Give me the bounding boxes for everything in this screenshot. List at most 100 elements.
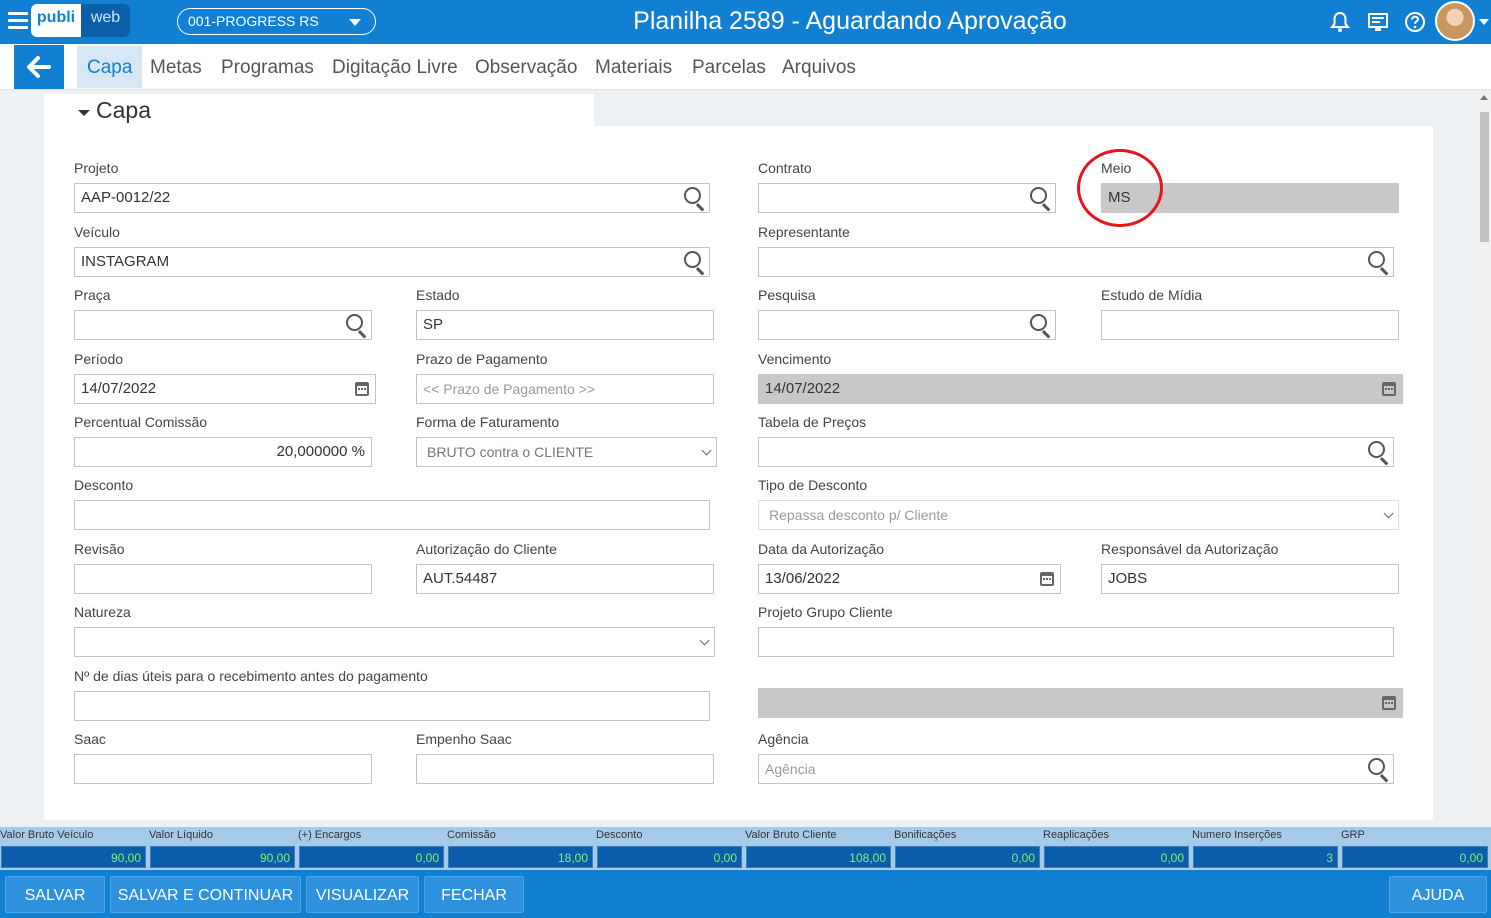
- prazo-pagamento-field[interactable]: << Prazo de Pagamento >>: [416, 374, 714, 404]
- unit-select[interactable]: 001-PROGRESS RS: [177, 8, 376, 35]
- representante-label: Representante: [758, 224, 850, 240]
- search-icon[interactable]: [1368, 758, 1390, 783]
- pesquisa-field[interactable]: [758, 310, 1056, 340]
- autorizacao-cliente-label: Autorização do Cliente: [416, 541, 557, 557]
- tipo-desconto-select: Repassa desconto p/ Cliente: [758, 500, 1399, 530]
- logo-part-publi: publi: [31, 4, 81, 37]
- search-icon[interactable]: [1030, 314, 1052, 339]
- scroll-up-icon[interactable]: [1480, 95, 1488, 100]
- saac-field[interactable]: [74, 754, 372, 784]
- search-icon[interactable]: [1368, 251, 1390, 276]
- data-autorizacao-label: Data da Autorização: [758, 541, 885, 557]
- search-icon[interactable]: [346, 314, 368, 339]
- total-comissao: Comissão 18,00: [447, 827, 596, 870]
- back-button[interactable]: [14, 45, 64, 89]
- salvar-continuar-button[interactable]: SALVAR E CONTINUAR: [110, 876, 301, 913]
- revisao-label: Revisão: [74, 541, 125, 557]
- forma-faturamento-select[interactable]: BRUTO contra o CLIENTE: [416, 437, 717, 467]
- calendar-icon[interactable]: [1040, 572, 1054, 586]
- tab-arquivos[interactable]: Arquivos: [782, 46, 856, 88]
- natureza-select[interactable]: [74, 627, 715, 657]
- total-label: Valor Bruto Veículo: [0, 829, 94, 841]
- total-valor-bruto-cliente: Valor Bruto Cliente 108,00: [745, 827, 894, 870]
- projeto-grupo-cliente-field[interactable]: [758, 627, 1394, 657]
- responsavel-autorizacao-field[interactable]: JOBS: [1101, 564, 1399, 594]
- tab-observacao[interactable]: Observação: [475, 46, 577, 88]
- projeto-field[interactable]: AAP-0012/22: [74, 183, 710, 213]
- section-header[interactable]: Capa: [44, 94, 594, 128]
- total-valor-bruto-veiculo: Valor Bruto Veículo 90,00: [0, 827, 149, 870]
- tabela-precos-field[interactable]: [758, 437, 1394, 467]
- app-logo[interactable]: publi web: [31, 4, 130, 37]
- natureza-label: Natureza: [74, 604, 131, 620]
- search-icon[interactable]: [684, 187, 706, 212]
- tab-digitacao-livre[interactable]: Digitação Livre: [332, 46, 458, 88]
- tipo-desconto-value: Repassa desconto p/ Cliente: [769, 507, 948, 523]
- help-icon[interactable]: [1404, 11, 1426, 33]
- total-reaplicacoes: Reaplicações 0,00: [1043, 827, 1192, 870]
- contrato-field[interactable]: [758, 183, 1056, 213]
- desconto-field[interactable]: [74, 500, 710, 530]
- data-autorizacao-field[interactable]: 13/06/2022: [758, 564, 1061, 594]
- periodo-field[interactable]: 14/07/2022: [74, 374, 376, 404]
- total-label: Numero Inserções: [1192, 829, 1282, 841]
- percentual-comissao-value: 20,000000 %: [276, 443, 365, 460]
- total-desconto: Desconto 0,00: [596, 827, 745, 870]
- monitor-icon[interactable]: [1367, 11, 1389, 33]
- calendar-icon[interactable]: [355, 382, 369, 396]
- vertical-scrollbar[interactable]: [1477, 90, 1491, 820]
- total-value: 0,00: [895, 846, 1040, 868]
- total-value: 3: [1193, 846, 1338, 868]
- bell-icon[interactable]: [1329, 11, 1351, 33]
- menu-icon[interactable]: [8, 12, 28, 30]
- praca-field[interactable]: [74, 310, 372, 340]
- agencia-placeholder: Agência: [765, 761, 816, 777]
- responsavel-autorizacao-label: Responsável da Autorização: [1101, 541, 1279, 557]
- forma-faturamento-value: BRUTO contra o CLIENTE: [427, 444, 594, 460]
- representante-field[interactable]: [758, 247, 1394, 277]
- search-icon[interactable]: [1030, 187, 1052, 212]
- fechar-button[interactable]: FECHAR: [424, 876, 524, 913]
- salvar-button[interactable]: SALVAR: [5, 876, 105, 913]
- tab-capa[interactable]: Capa: [77, 46, 143, 88]
- tab-materiais[interactable]: Materiais: [595, 46, 672, 88]
- unit-select-value: 001-PROGRESS RS: [188, 13, 319, 29]
- estado-field[interactable]: SP: [416, 310, 714, 340]
- prazo-pagamento-label: Prazo de Pagamento: [416, 351, 548, 367]
- total-value: 0,00: [597, 846, 742, 868]
- percentual-comissao-field[interactable]: 20,000000 %: [74, 437, 372, 467]
- highlight-circle: [1077, 149, 1163, 227]
- action-bar: SALVAR SALVAR E CONTINUAR VISUALIZAR FEC…: [0, 870, 1491, 918]
- tab-parcelas[interactable]: Parcelas: [692, 46, 766, 88]
- user-avatar[interactable]: [1435, 1, 1475, 41]
- total-label: Valor Bruto Cliente: [745, 829, 837, 841]
- tabela-precos-label: Tabela de Preços: [758, 414, 867, 430]
- vencimento-field: 14/07/2022: [758, 374, 1403, 404]
- empenho-saac-field[interactable]: [416, 754, 714, 784]
- autorizacao-cliente-field[interactable]: AUT.54487: [416, 564, 714, 594]
- scrollbar-thumb[interactable]: [1480, 112, 1489, 242]
- chevron-down-icon[interactable]: [1479, 19, 1489, 25]
- search-icon[interactable]: [1368, 441, 1390, 466]
- visualizar-button[interactable]: VISUALIZAR: [306, 876, 419, 913]
- total-label: Reaplicações: [1043, 829, 1110, 841]
- estudo-midia-label: Estudo de Mídia: [1101, 287, 1203, 303]
- revisao-field[interactable]: [74, 564, 372, 594]
- total-value: 18,00: [448, 846, 593, 868]
- total-value: 90,00: [150, 846, 295, 868]
- tab-metas[interactable]: Metas: [150, 46, 202, 88]
- search-icon[interactable]: [684, 251, 706, 276]
- vencimento-label: Vencimento: [758, 351, 832, 367]
- ajuda-button[interactable]: AJUDA: [1389, 876, 1487, 913]
- periodo-label: Período: [74, 351, 124, 367]
- total-value: 0,00: [1342, 846, 1488, 868]
- veiculo-field[interactable]: INSTAGRAM: [74, 247, 710, 277]
- tab-programas[interactable]: Programas: [221, 46, 314, 88]
- agencia-field[interactable]: Agência: [758, 754, 1394, 784]
- estudo-midia-field[interactable]: [1101, 310, 1399, 340]
- dias-uteis-field[interactable]: [74, 691, 710, 721]
- top-bar: publi web 001-PROGRESS RS Planilha 2589 …: [0, 0, 1491, 44]
- saac-label: Saac: [74, 731, 106, 747]
- caret-down-icon: [78, 110, 90, 116]
- total-encargos: (+) Encargos 0,00: [298, 827, 447, 870]
